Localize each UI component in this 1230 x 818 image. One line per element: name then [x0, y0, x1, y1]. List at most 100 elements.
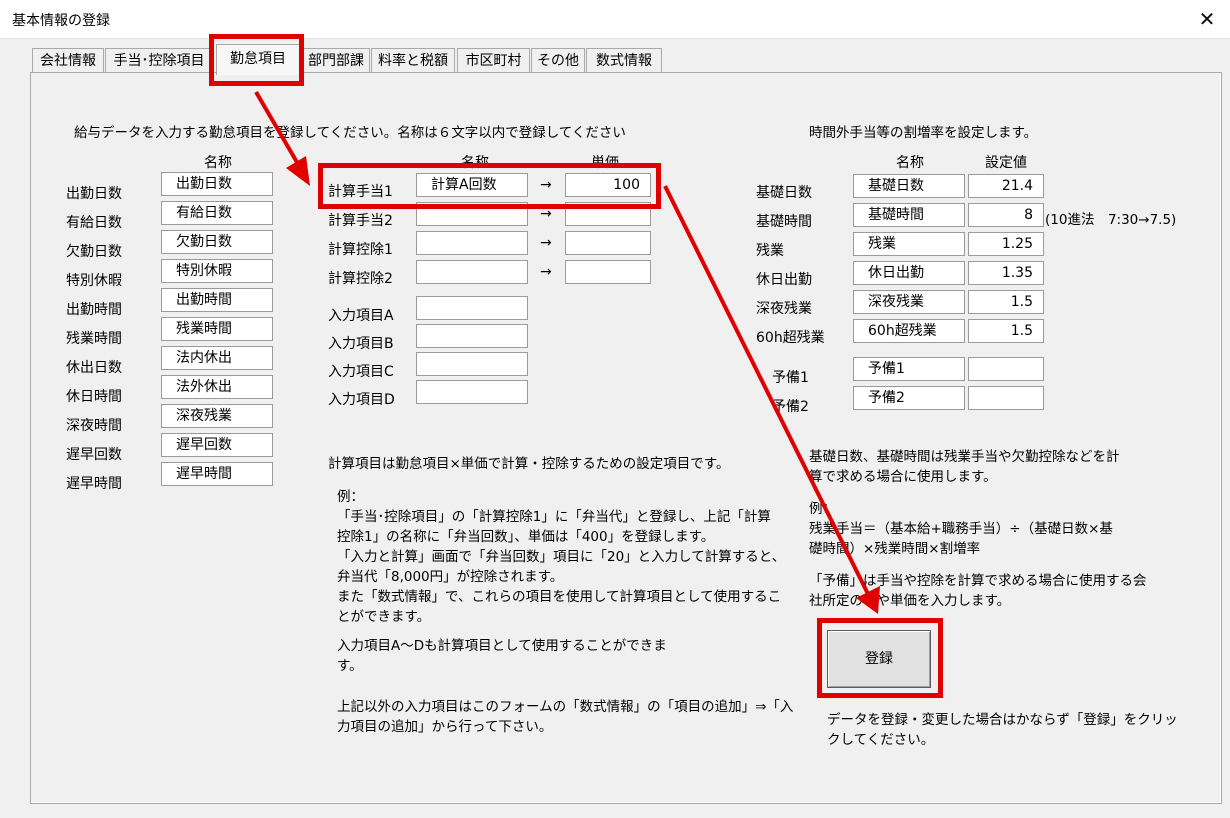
attendance-name-field[interactable]: 遅早時間: [161, 462, 273, 486]
rate-name-field[interactable]: 基礎時間: [853, 203, 965, 227]
input-item-field[interactable]: [416, 352, 528, 376]
calc-item-name-field[interactable]: [416, 231, 528, 255]
calc-item-name-field[interactable]: [416, 202, 528, 226]
spare-note-line: 社所定の率や単価を入力します。: [809, 593, 1011, 609]
attendance-label: 深夜時間: [66, 418, 122, 434]
spare-note: 「予備」は手当や控除を計算で求める場合に使用する会 社所定の率や単価を入力します。: [809, 571, 1147, 611]
other-input-note: 上記以外の入力項目はこのフォームの「数式情報」の「項目の追加」⇒「入 力項目の追加…: [337, 697, 793, 737]
tab-department[interactable]: 部門部課: [302, 48, 370, 73]
attendance-name-field[interactable]: 出勤時間: [161, 288, 273, 312]
rate-label: 基礎日数: [756, 185, 812, 201]
register-note-line: クしてください。: [827, 732, 935, 748]
attendance-label: 休出日数: [66, 360, 122, 376]
attendance-name-field[interactable]: 欠勤日数: [161, 230, 273, 254]
attendance-name-field[interactable]: 法内休出: [161, 346, 273, 370]
input-item-label: 入力項目C: [328, 364, 394, 380]
register-note-line: データを登録・変更した場合はかならず「登録」をクリッ: [827, 712, 1178, 728]
arrow-icon: →: [540, 177, 552, 193]
base-note-line: 算で求める場合に使用します。: [809, 469, 997, 485]
other-input-note-line: 力項目の追加」から行って下さい。: [337, 719, 553, 735]
attendance-name-field[interactable]: 有給日数: [161, 201, 273, 225]
attendance-name-field[interactable]: 深夜残業: [161, 404, 273, 428]
tab-formula-info[interactable]: 数式情報: [586, 48, 662, 73]
attendance-name-field[interactable]: 法外休出: [161, 375, 273, 399]
spare-value-field[interactable]: [968, 386, 1044, 410]
title-bar: [0, 0, 1230, 39]
base-note-line: 基礎日数、基礎時間は残業手当や欠勤控除などを計: [809, 449, 1120, 465]
rate-label: 残業: [756, 243, 784, 259]
register-note: データを登録・変更した場合はかならず「登録」をクリッ クしてください。: [827, 710, 1178, 750]
calc-item-price-field[interactable]: 100: [565, 173, 651, 197]
attendance-name-field[interactable]: 遅早回数: [161, 433, 273, 457]
rate-label: 休日出勤: [756, 272, 812, 288]
tab-other[interactable]: その他: [531, 48, 585, 73]
calc-item-price-field[interactable]: [565, 231, 651, 255]
calc-example-line: 弁当代「8,000円」が控除されます。: [337, 569, 564, 585]
attendance-name-field[interactable]: 特別休暇: [161, 259, 273, 283]
register-button[interactable]: 登録: [827, 630, 931, 688]
calc-example-line: 「手当･控除項目」の「計算控除1」に「弁当代」と登録し、上記「計算: [337, 509, 771, 525]
calc-item-name-field[interactable]: 計算A回数: [416, 173, 528, 197]
rate-value-field[interactable]: 1.35: [968, 261, 1044, 285]
arrow-icon: →: [540, 235, 552, 251]
calc-note: 計算項目は勤怠項目×単価で計算・控除するための設定項目です。: [328, 456, 730, 472]
rate-label: 基礎時間: [756, 214, 812, 230]
calc-item-price-field[interactable]: [565, 260, 651, 284]
calc-item-label: 計算控除1: [328, 242, 393, 258]
tab-allowance-deduction[interactable]: 手当･控除項目: [105, 48, 213, 73]
rate-name-field[interactable]: 休日出勤: [853, 261, 965, 285]
base-note: 基礎日数、基礎時間は残業手当や欠勤控除などを計 算で求める場合に使用します。: [809, 447, 1120, 487]
rate-label: 60h超残業: [756, 330, 825, 346]
calc-price-header: 単価: [591, 155, 619, 171]
spare-note-line: 「予備」は手当や控除を計算で求める場合に使用する会: [809, 573, 1147, 589]
rate-value-field[interactable]: 21.4: [968, 174, 1044, 198]
input-item-field[interactable]: [416, 324, 528, 348]
calc-item-price-field[interactable]: [565, 202, 651, 226]
overtime-example-line: 例：: [809, 501, 836, 517]
rate-value-field[interactable]: 1.5: [968, 290, 1044, 314]
attendance-label: 有給日数: [66, 215, 122, 231]
rate-value-field[interactable]: 1.25: [968, 232, 1044, 256]
input-note-line: す。: [337, 658, 363, 674]
input-item-label: 入力項目A: [328, 308, 394, 324]
tab-attendance[interactable]: 勤怠項目: [216, 44, 300, 75]
rate-name-field[interactable]: 深夜残業: [853, 290, 965, 314]
close-icon[interactable]: ✕: [1192, 4, 1222, 34]
attendance-label: 遅早回数: [66, 447, 122, 463]
overtime-example: 例： 残業手当＝（基本給+職務手当）÷（基礎日数×基 礎時間）×残業時間×割増率: [809, 499, 1113, 559]
rate-value-field[interactable]: 8: [968, 203, 1044, 227]
calc-example-line: 「入力と計算」画面で「弁当回数」項目に「20」と入力して計算すると、: [337, 549, 786, 565]
spare-label: 予備2: [772, 399, 809, 415]
attendance-label: 出勤時間: [66, 302, 122, 318]
attendance-label: 出勤日数: [66, 186, 122, 202]
input-item-label: 入力項目D: [328, 392, 395, 408]
calc-example-line: 控除1」の名称に「弁当回数」、単価は「400」を登録します。: [337, 529, 715, 545]
tab-rates-taxes[interactable]: 料率と税額: [371, 48, 455, 73]
rate-name-field[interactable]: 残業: [853, 232, 965, 256]
rate-value-field[interactable]: 1.5: [968, 319, 1044, 343]
calc-item-name-field[interactable]: [416, 260, 528, 284]
left-intro: 給与データを入力する勤怠項目を登録してください。名称は６文字以内で登録してくださ…: [74, 125, 626, 141]
attendance-name-field[interactable]: 出勤日数: [161, 172, 273, 196]
overtime-example-line: 残業手当＝（基本給+職務手当）÷（基礎日数×基: [809, 521, 1113, 537]
arrow-icon: →: [540, 206, 552, 222]
overtime-example-line: 礎時間）×残業時間×割増率: [809, 541, 981, 557]
rate-name-field[interactable]: 基礎日数: [853, 174, 965, 198]
spare-name-field[interactable]: 予備2: [853, 386, 965, 410]
tab-company-info[interactable]: 会社情報: [32, 48, 104, 73]
tab-municipality[interactable]: 市区町村: [457, 48, 530, 73]
calc-example-line: 例：: [337, 489, 364, 505]
input-item-field[interactable]: [416, 296, 528, 320]
input-item-field[interactable]: [416, 380, 528, 404]
spare-value-field[interactable]: [968, 357, 1044, 381]
input-note: 入力項目A～Dも計算項目として使用することができま す。: [337, 636, 667, 676]
calc-item-label: 計算手当2: [328, 213, 393, 229]
rate-name-field[interactable]: 60h超残業: [853, 319, 965, 343]
spare-label: 予備1: [772, 370, 809, 386]
calc-item-label: 計算控除2: [328, 271, 393, 287]
rate-label: 深夜残業: [756, 301, 812, 317]
right-intro: 時間外手当等の割増率を設定します。: [809, 125, 1038, 141]
spare-name-field[interactable]: 予備1: [853, 357, 965, 381]
calc-example-line: また「数式情報」で、これらの項目を使用して計算項目として使用するこ: [337, 589, 782, 605]
attendance-name-field[interactable]: 残業時間: [161, 317, 273, 341]
